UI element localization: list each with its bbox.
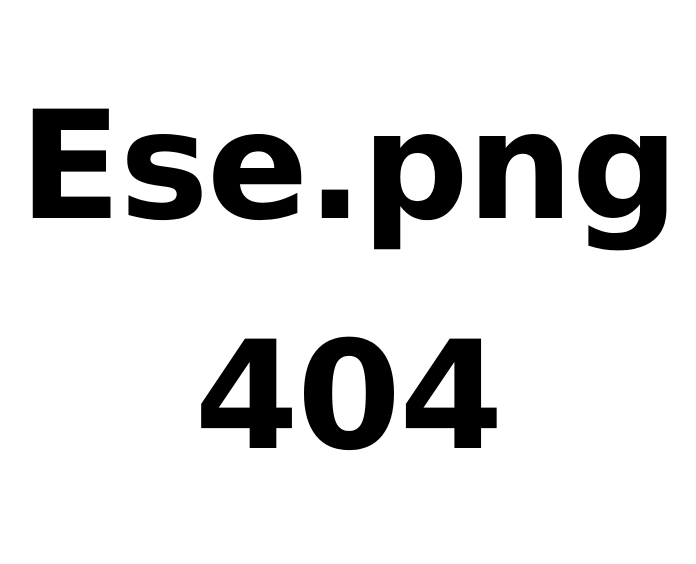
error-page: Ese.png 404	[0, 0, 696, 564]
error-code: 404	[194, 310, 503, 484]
missing-file-name: Ese.png	[19, 80, 679, 254]
